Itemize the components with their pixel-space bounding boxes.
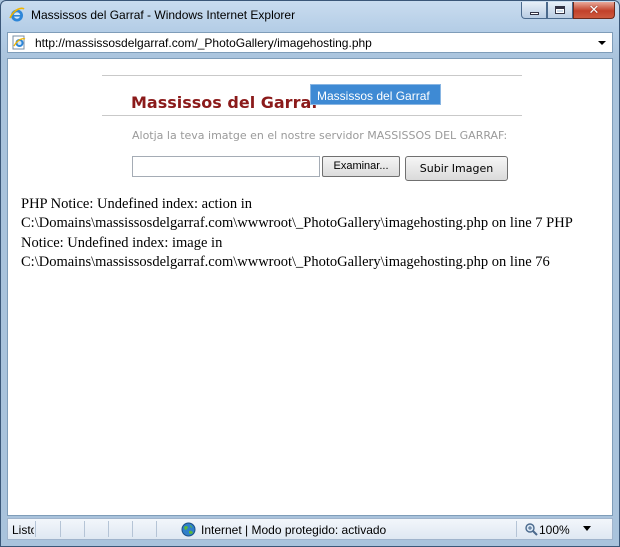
title-bar: Massissos del Garraf - Windows Internet …: [1, 1, 620, 29]
file-path-input[interactable]: [132, 156, 320, 177]
minimize-icon: [529, 11, 539, 15]
ie-page-icon: [12, 35, 26, 50]
status-divider: [156, 521, 157, 537]
ie-icon: [9, 7, 25, 22]
zoom-level[interactable]: 100%: [539, 523, 570, 537]
status-divider: [108, 521, 109, 537]
browse-button[interactable]: Examinar...: [322, 156, 400, 177]
address-bar[interactable]: http://massissosdelgarraf.com/_PhotoGall…: [7, 32, 613, 53]
page-content: Massissos del Garraf Massissos del Garra…: [7, 58, 613, 516]
address-url[interactable]: http://massissosdelgarraf.com/_PhotoGall…: [35, 36, 372, 50]
status-divider: [84, 521, 85, 537]
status-text: Listo: [12, 523, 34, 537]
status-divider: [60, 521, 61, 537]
php-notice: PHP Notice: Undefined index: action in C…: [21, 196, 573, 270]
close-button[interactable]: ✕: [573, 2, 615, 19]
window-title: Massissos del Garraf - Windows Internet …: [31, 8, 296, 22]
close-icon: ✕: [588, 2, 600, 18]
minimize-button[interactable]: [521, 2, 547, 19]
intro-text: Alotja la teva imatge en el nostre servi…: [132, 129, 508, 142]
top-divider: [102, 75, 522, 76]
window-controls: ✕: [521, 2, 615, 20]
upload-button[interactable]: Subir Imagen: [405, 156, 508, 181]
globe-icon: [181, 522, 196, 537]
chevron-down-icon[interactable]: [596, 35, 608, 50]
browser-window: Massissos del Garraf - Windows Internet …: [0, 0, 620, 547]
status-divider: [516, 521, 517, 537]
chevron-down-icon[interactable]: [583, 526, 591, 532]
site-title: Massissos del Garraf: [131, 93, 319, 112]
maximize-icon: [555, 6, 565, 14]
maximize-button[interactable]: [547, 2, 573, 19]
status-divider: [35, 521, 36, 537]
site-tab[interactable]: Massissos del Garraf: [310, 84, 441, 105]
status-divider: [132, 521, 133, 537]
status-bar: Listo Internet | Modo protegido: activad…: [7, 518, 613, 540]
security-zone[interactable]: Internet | Modo protegido: activado: [201, 523, 386, 537]
header-divider: [102, 115, 522, 116]
magnifier-icon: [525, 523, 538, 536]
